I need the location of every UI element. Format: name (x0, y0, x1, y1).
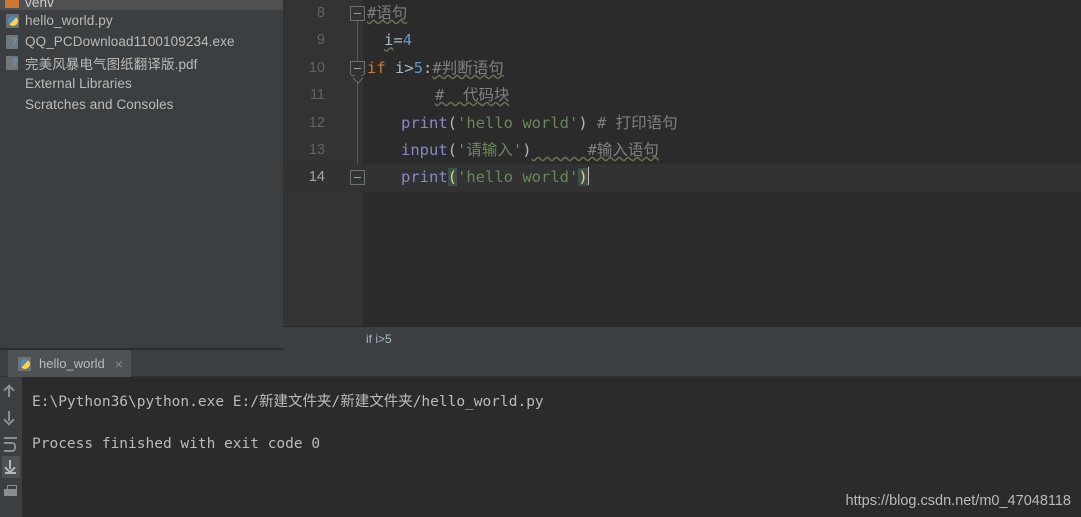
code-text: print('hello world') (367, 164, 589, 191)
code-line-12[interactable]: 12 print('hello world') # 打印语句 (283, 110, 1081, 137)
python-file-icon (16, 356, 33, 372)
token-func: input (401, 140, 448, 159)
scroll-end-bar (5, 472, 16, 474)
token-comment: #语句 (367, 4, 408, 22)
code-line-13[interactable]: 13 input('请输入') #输入语句 (283, 137, 1081, 164)
pycharm-window: venv hello_world.py QQ_PCDownload110010923… (0, 0, 1081, 517)
token-comment: # 打印语句 (587, 113, 678, 132)
tree-item-3[interactable]: 完美风暴电气图纸翻译版.pdf (0, 52, 283, 73)
console-toolbar (0, 377, 22, 517)
python-file-icon (4, 13, 21, 29)
token-str: 'hello world' (457, 113, 579, 132)
code-text: i=4 (367, 27, 412, 54)
token-func: print (401, 168, 448, 187)
soft-wrap-icon[interactable] (2, 431, 20, 453)
run-tab-hello-world[interactable]: hello_world × (8, 350, 131, 377)
print-icon[interactable] (2, 481, 20, 503)
token-punct: = (393, 31, 403, 50)
code-text: #语句 (367, 0, 407, 27)
tree-item-label: Scratches and Consoles (25, 97, 174, 112)
code-text: if i>5:#判断语句 (367, 55, 504, 82)
code-text: # 代码块 (367, 82, 510, 109)
close-icon[interactable]: × (115, 357, 123, 371)
token-str: '请输入' (457, 140, 523, 159)
token-punct: ) (578, 113, 588, 132)
token-comment: # 代码块 (435, 86, 510, 105)
token-var: i (384, 31, 394, 50)
rerun-up-icon[interactable] (2, 381, 20, 403)
code-line-14[interactable]: 14 print('hello world') (283, 164, 1081, 192)
token-punct: ( (447, 113, 458, 132)
line-number: 8 (316, 5, 325, 21)
fold-toggle-icon[interactable] (350, 170, 365, 186)
line-number: 11 (309, 87, 325, 104)
watermark: https://blog.csdn.net/m0_47048118 (845, 493, 1071, 509)
tree-item-1[interactable]: hello_world.py (0, 10, 283, 31)
code-line-8[interactable]: 8 #语句 (283, 0, 1081, 27)
code-text: print('hello world') # 打印语句 (367, 110, 678, 137)
token-func: print (401, 113, 448, 132)
code-line-11[interactable]: 11 # 代码块 (283, 82, 1081, 109)
tree-item-label: venv (25, 0, 54, 10)
breadcrumb-path: if i>5 (366, 331, 392, 346)
project-tree-panel: venv hello_world.py QQ_PCDownload110010923… (0, 0, 283, 348)
unknown-file-icon (4, 34, 21, 50)
fold-toggle-icon[interactable] (350, 60, 365, 76)
token-num: 5 (413, 58, 424, 77)
token-comment: #判断语句 (432, 58, 504, 77)
none (4, 97, 21, 113)
run-tab-bar: hello_world × (0, 350, 1081, 377)
code-text: input('请输入') #输入语句 (367, 137, 659, 164)
run-tool-window: hello_world × E:\Python36\python.exe E:/… (0, 350, 1081, 517)
token-brace: ) (578, 168, 588, 187)
fold-toggle-icon[interactable] (350, 6, 365, 21)
breadcrumb[interactable]: if i>5 (283, 326, 1081, 350)
console-output-line-0: E:\Python36\python.exe E:/新建文件夹/新建文件夹/he… (32, 394, 544, 410)
tree-item-label: External Libraries (25, 76, 132, 91)
token-brace: ( (447, 168, 458, 187)
token-punct: ) (522, 140, 532, 159)
tree-item-0[interactable]: venv (0, 0, 283, 10)
tree-item-5[interactable]: Scratches and Consoles (0, 94, 283, 115)
code-line-10[interactable]: 10 if i>5:#判断语句 (283, 55, 1081, 82)
token-comment: #输入语句 (531, 140, 659, 159)
token-num: 4 (402, 31, 413, 50)
tree-item-2[interactable]: QQ_PCDownload1100109234.exe (0, 31, 283, 52)
editor-lines[interactable]: 8 #语句 9 i=4 10 if i>5:#判断语句 11 # 代码块 12 print('he… (283, 0, 1081, 192)
token-kw: if (367, 58, 386, 77)
line-number: 10 (308, 59, 325, 76)
line-number: 13 (308, 141, 325, 158)
tree-item-label: hello_world.py (25, 13, 113, 28)
token-punct: > (404, 58, 414, 77)
tree-item-label: QQ_PCDownload1100109234.exe (25, 34, 235, 49)
code-line-9[interactable]: 9 i=4 (283, 27, 1081, 54)
scroll-to-end-icon[interactable] (2, 456, 20, 478)
tree-item-4[interactable]: External Libraries (0, 73, 283, 94)
token-var: i (385, 58, 405, 77)
console-output-line-1: Process finished with exit code 0 (32, 436, 321, 452)
token-str: 'hello world' (457, 168, 579, 187)
folder-icon (4, 0, 21, 10)
code-editor[interactable]: 8 #语句 9 i=4 10 if i>5:#判断语句 11 # 代码块 12 print('he… (283, 0, 1081, 326)
rerun-down-icon[interactable] (2, 406, 20, 428)
tree-item-label: 完美风暴电气图纸翻译版.pdf (25, 56, 198, 72)
token-punct: ( (447, 140, 458, 159)
line-number: 14 (308, 169, 325, 186)
line-number: 9 (316, 32, 325, 49)
text-caret (587, 167, 589, 186)
unknown-file-icon (4, 55, 21, 71)
token-punct: : (423, 58, 433, 77)
run-tab-label: hello_world (39, 356, 105, 371)
line-number: 12 (308, 114, 325, 131)
none (4, 76, 21, 92)
